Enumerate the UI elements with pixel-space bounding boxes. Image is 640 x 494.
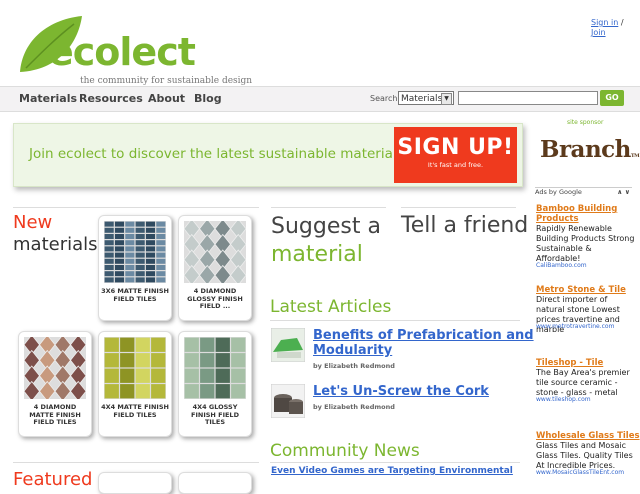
join-banner: Join ecolect to discover the latest sust… bbox=[13, 123, 523, 187]
sign-up-label: SIGN UP! bbox=[397, 135, 514, 160]
ad-title-link[interactable]: Metro Stone & Tile bbox=[536, 285, 626, 295]
material-card[interactable]: 4X4 MATTE FINISH FIELD TILES bbox=[98, 331, 172, 437]
material-swatch bbox=[24, 337, 86, 399]
article-thumbnail[interactable] bbox=[271, 328, 305, 362]
suggest-text: Suggest a bbox=[271, 214, 381, 239]
main-nav: Materials Resources About Blog Search Ma… bbox=[0, 86, 640, 112]
divider bbox=[401, 207, 516, 208]
latest-articles-heading: Latest Articles bbox=[270, 297, 392, 317]
divider bbox=[13, 207, 259, 208]
search-label: Search bbox=[370, 94, 398, 103]
ad-url[interactable]: www.tileshop.com bbox=[536, 396, 591, 403]
tell-a-friend-link[interactable]: Tell a friend bbox=[401, 213, 528, 238]
material-card[interactable]: 4 DIAMOND GLOSSY FINISH FIELD ... bbox=[178, 215, 252, 321]
search-category-select[interactable]: Materials ▼ bbox=[398, 91, 454, 105]
featured-card[interactable] bbox=[98, 472, 172, 494]
material-swatch bbox=[184, 221, 246, 283]
material-label: 4X4 MATTE FINISH FIELD TILES bbox=[101, 403, 169, 419]
ad-description: The Bay Area's premier tile source ceram… bbox=[536, 368, 630, 397]
featured-card[interactable] bbox=[178, 472, 252, 494]
sponsor-logo[interactable]: BranchTM bbox=[540, 136, 640, 163]
ad-title-line: Products bbox=[536, 214, 579, 224]
chevron-down-icon: ▼ bbox=[441, 93, 452, 105]
ad-title-link[interactable]: Tileshop - Tile bbox=[536, 358, 603, 368]
new-materials-heading: New materials bbox=[13, 212, 98, 256]
ad-title-link[interactable]: Wholesale Glass Tiles bbox=[536, 431, 640, 441]
ecolect-logo[interactable]: ecolect the community for sustainable de… bbox=[16, 14, 252, 86]
material-swatch bbox=[104, 221, 166, 283]
materials-word: materials bbox=[13, 234, 98, 255]
ad-description: Glass Tiles and Mosaic Glass Tiles. Qual… bbox=[536, 441, 633, 470]
ad-url[interactable]: www.metrotravertine.com bbox=[536, 323, 614, 330]
material-text: material bbox=[271, 242, 363, 267]
sign-up-sublabel: It's fast and free. bbox=[427, 161, 484, 169]
nav-about[interactable]: About bbox=[148, 92, 185, 105]
ad-url[interactable]: CaliBamboo.com bbox=[536, 262, 587, 269]
sign-up-button[interactable]: SIGN UP! It's fast and free. bbox=[394, 127, 517, 183]
logo-tagline: the community for sustainable design bbox=[80, 76, 253, 86]
ad-description: Rapidly Renewable Building Products Stro… bbox=[536, 224, 635, 263]
material-label: 3X6 MATTE FINISH FIELD TILES bbox=[101, 287, 169, 303]
search-category-value: Materials bbox=[401, 94, 443, 104]
material-swatch bbox=[104, 337, 166, 399]
article-author: by Elizabeth Redmond bbox=[313, 403, 395, 411]
divider bbox=[270, 320, 520, 321]
article-title-link[interactable]: Let's Un-Screw the Cork bbox=[313, 384, 489, 399]
logo-text: ecolect bbox=[48, 30, 196, 74]
sponsor-label: site sponsor bbox=[567, 119, 604, 126]
new-word: New bbox=[13, 212, 53, 233]
ads-header: Ads by Google ∧ ∨ bbox=[535, 187, 632, 199]
nav-resources[interactable]: Resources bbox=[79, 92, 143, 105]
material-card[interactable]: 4X4 GLOSSY FINISH FIELD TILES bbox=[178, 331, 252, 437]
article-title-line: Benefits of Prefabrication and bbox=[313, 328, 534, 343]
nav-blog[interactable]: Blog bbox=[194, 92, 222, 105]
material-label: 4 DIAMOND GLOSSY FINISH FIELD ... bbox=[187, 287, 243, 310]
go-button[interactable]: GO bbox=[600, 90, 624, 106]
ad-title-link[interactable]: Bamboo Building Products bbox=[536, 204, 617, 224]
news-item-link[interactable]: Even Video Games are Targeting Environme… bbox=[271, 466, 513, 476]
material-label: 4X4 GLOSSY FINISH FIELD TILES bbox=[191, 403, 239, 426]
article-author: by Elizabeth Redmond bbox=[313, 362, 395, 370]
sign-in-link[interactable]: Sign in bbox=[591, 18, 618, 27]
divider bbox=[270, 462, 520, 463]
suggest-material-link[interactable]: Suggest a material bbox=[271, 213, 381, 269]
nav-materials[interactable]: Materials bbox=[19, 92, 77, 105]
material-card[interactable]: 3X6 MATTE FINISH FIELD TILES bbox=[98, 215, 172, 321]
account-links: Sign in / Join bbox=[591, 18, 624, 38]
ad-url[interactable]: www.MosaicGlassTileEnt.com bbox=[536, 469, 624, 476]
join-link[interactable]: Join bbox=[591, 28, 606, 37]
banner-text: Join ecolect to discover the latest sust… bbox=[29, 146, 404, 162]
divider bbox=[271, 207, 386, 208]
ad-title-line: Bamboo Building bbox=[536, 204, 618, 214]
divider bbox=[13, 462, 259, 463]
link-separator: / bbox=[618, 18, 624, 27]
ads-nav-icon[interactable]: ∧ ∨ bbox=[617, 188, 630, 196]
community-news-heading: Community News bbox=[270, 441, 420, 461]
material-swatch bbox=[184, 337, 246, 399]
article-title-line: Modularity bbox=[313, 343, 393, 358]
ads-by-google-label: Ads by Google bbox=[535, 188, 582, 196]
sponsor-brand: Branch bbox=[540, 136, 631, 163]
search-input[interactable] bbox=[458, 91, 598, 105]
material-card[interactable]: 4 DIAMOND MATTE FINISH FIELD TILES bbox=[18, 331, 92, 437]
article-title-link[interactable]: Benefits of Prefabrication and Modularit… bbox=[313, 328, 534, 358]
sponsor-tm: TM bbox=[630, 153, 640, 159]
article-thumbnail[interactable] bbox=[271, 384, 305, 418]
material-label: 4 DIAMOND MATTE FINISH FIELD TILES bbox=[29, 403, 81, 426]
